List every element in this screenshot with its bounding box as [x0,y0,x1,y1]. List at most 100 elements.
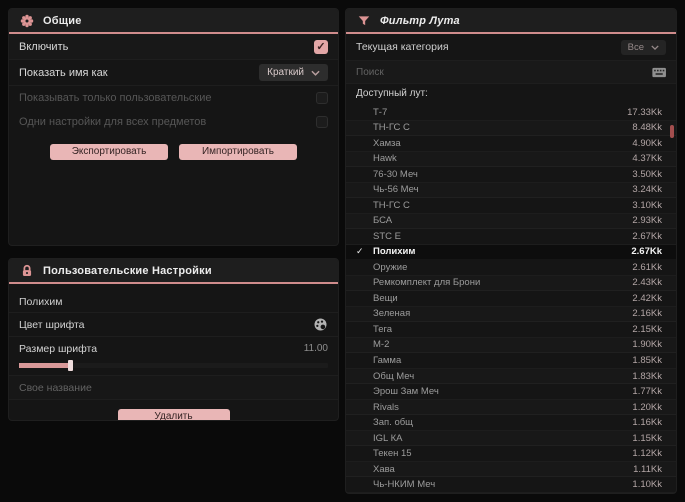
general-panel-title: Общие [43,14,82,27]
loot-item-value: 1.10Kk [632,479,662,491]
loot-item-value: 2.93Kk [632,215,662,227]
loot-item-value: 2.67Kk [632,230,662,242]
loot-item-name: Т-7 [373,106,388,118]
mod-settings-screen: Общие Включить ✓ Показать имя как Кратки… [0,0,685,502]
loot-list-item[interactable]: М-2 1.90Kk [346,337,676,354]
custom-name-row [9,376,338,400]
loot-filter-title: Фильтр Лута [380,14,460,27]
loot-item-name: Хамза [373,137,401,149]
category-row: Текущая категория Все [346,34,676,61]
search-row [346,61,676,84]
loot-item-value: 4.90Kk [632,137,662,149]
enable-checkbox[interactable]: ✓ [314,39,328,54]
loot-list-item[interactable]: Вещи 2.42Kk [346,291,676,307]
loot-list-item[interactable]: Текен 15 1.12Kk [346,446,676,462]
loot-list-item[interactable]: Ремкомплект для Брони 2.43Kk [346,275,676,292]
loot-item-value: 1.77Kk [632,386,662,398]
same-settings-label: Одни настройки для всех предметов [19,116,207,128]
loot-item-name: Ремкомплект для Брони [373,277,481,289]
only-custom-checkbox[interactable] [316,92,328,104]
show-name-row: Показать имя как Краткий [9,60,338,86]
loot-list-item[interactable]: 76-30 Меч 3.50Kk [346,167,676,183]
loot-item-value: 1.16Kk [632,417,662,429]
loot-list-item[interactable]: ТН-ГС С 8.48Kk [346,120,676,137]
custom-settings-header: Пользовательские Настройки [9,259,338,284]
loot-item-value: 2.43Kk [632,277,662,289]
user-settings-icon [22,264,32,276]
loot-item-name: Полихим [373,246,416,258]
font-size-slider-handle[interactable] [68,360,74,371]
only-custom-label: Показывать только пользовательские [19,92,212,104]
loot-item-value: 3.50Kk [632,168,662,180]
same-settings-row: Одни настройки для всех предметов [9,110,338,134]
filter-icon [358,15,370,25]
loot-item-name: IGL КА [373,432,403,444]
loot-filter-header: Фильтр Лута [346,9,676,34]
loot-list-item[interactable]: STC Е 2.67Kk [346,229,676,245]
search-input[interactable] [356,66,652,78]
loot-list-item[interactable]: БСА 2.93Kk [346,213,676,230]
font-size-slider[interactable] [19,360,328,371]
enable-label: Включить [19,40,69,53]
loot-item-name: 76-30 Меч [373,168,418,180]
loot-item-name: Зап. общ [373,417,413,429]
palette-icon[interactable] [313,317,328,332]
loot-item-name: Эрош Зам Меч [373,386,439,398]
item-check-icon [356,246,373,257]
keyboard-icon[interactable] [652,67,666,78]
loot-item-value: 17.33Kk [627,106,662,118]
custom-name-input[interactable] [19,381,328,394]
loot-list-item[interactable]: IGL КА 1.15Kk [346,430,676,447]
loot-item-name: Хава [373,463,395,475]
loot-list-item[interactable]: Эрош Зам Меч 1.77Kk [346,384,676,400]
loot-list-item[interactable]: Hawk 4.37Kk [346,151,676,168]
font-size-value: 11.00 [303,343,328,354]
loot-list-item[interactable]: ТН-ГС С 3.10Kk [346,198,676,214]
loot-list-item[interactable]: Гамма 1.85Kk [346,353,676,369]
available-loot-label: Доступный лут: [356,88,428,99]
delete-button[interactable]: Удалить [117,409,230,420]
loot-list-item[interactable]: Зеленая 2.16Kk [346,306,676,323]
loot-item-value: 1.90Kk [632,339,662,351]
loot-list-item[interactable]: Зап. общ 1.16Kk [346,415,676,431]
gear-icon [20,14,34,27]
category-dropdown[interactable]: Все [620,39,666,55]
custom-settings-panel: Пользовательские Настройки Полихим Цвет … [8,258,339,421]
loot-list-item[interactable]: Т-7 17.33Kk [346,105,676,121]
loot-list-item[interactable]: Хамза 4.90Kk [346,136,676,152]
category-label: Текущая категория [356,41,449,53]
selected-item-name: Полихим [19,296,63,308]
loot-list-item[interactable]: Чь-НКИМ Меч 1.10Kk [346,477,676,493]
loot-item-value: 2.16Kk [632,308,662,320]
loot-list-item[interactable]: Тега 2.15Kk [346,322,676,338]
loot-list-item[interactable]: Оружие 2.61Kk [346,260,676,276]
loot-item-name: ТН-ГС С [373,199,410,211]
loot-list-item[interactable]: Полихим 2.67Kk [346,244,676,261]
loot-item-value: 1.12Kk [632,448,662,460]
loot-list-item[interactable]: Rivals 1.20Kk [346,399,676,416]
loot-item-value: 2.42Kk [632,292,662,304]
general-panel: Общие Включить ✓ Показать имя как Кратки… [8,8,339,246]
import-button[interactable]: Импортировать [179,144,297,160]
loot-list-scrollbar[interactable] [670,107,674,489]
font-size-slider-block [9,360,338,376]
loot-list-item[interactable]: Хава 1.11Kk [346,461,676,478]
loot-item-value: 8.48Kk [632,122,662,134]
font-color-row[interactable]: Цвет шрифта [9,312,338,336]
loot-list-item[interactable]: Чь-56 Меч 3.24Kk [346,182,676,199]
loot-item-value: 1.11Kk [633,463,662,475]
show-name-dropdown[interactable]: Краткий [259,64,328,81]
loot-item-name: Чь-56 Меч [373,184,419,196]
loot-item-value: 2.15Kk [632,323,662,335]
loot-list-item[interactable]: Общ Меч 1.83Kk [346,368,676,385]
loot-item-value: 3.10Kk [632,199,662,211]
font-size-row: Размер шрифта 11.00 [9,336,338,360]
loot-item-name: Hawk [373,153,397,165]
loot-item-name: М-2 [373,339,390,351]
export-button[interactable]: Экспортировать [50,144,168,160]
same-settings-checkbox[interactable] [316,116,328,128]
loot-item-name: Чь-НКИМ Меч [373,479,436,491]
loot-list-scroll-thumb[interactable] [670,125,674,138]
loot-item-name: Тега [373,323,393,335]
delete-row: Удалить [9,400,338,420]
